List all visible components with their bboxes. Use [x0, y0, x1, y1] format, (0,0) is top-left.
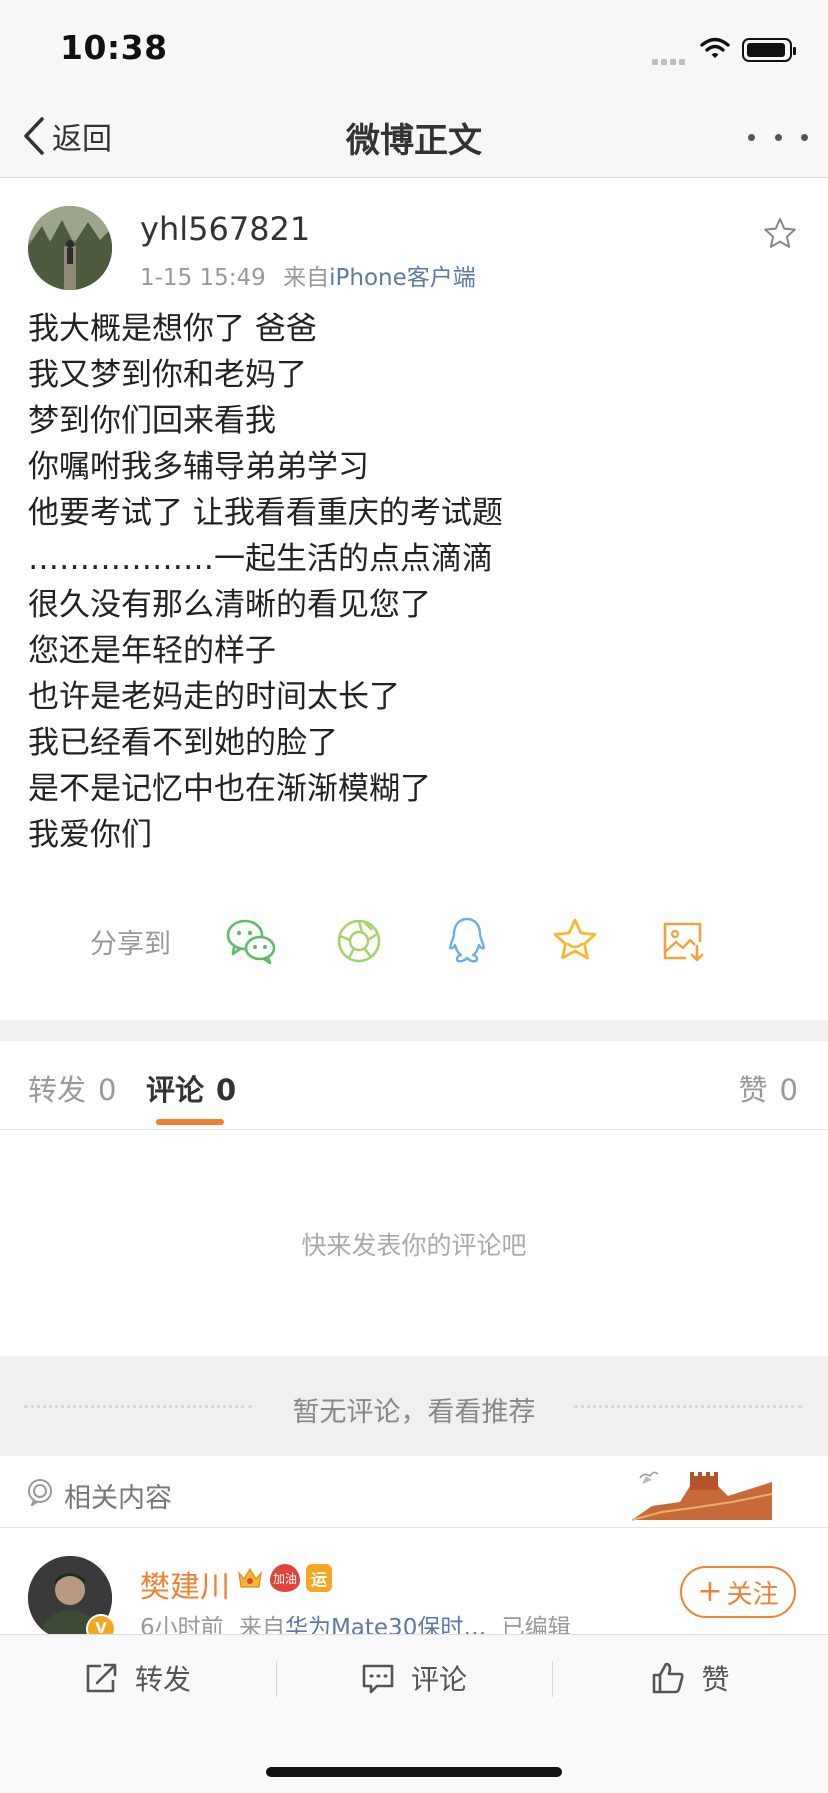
tab-comment-count: 0	[216, 1073, 237, 1107]
post-line: 我大概是想你了 爸爸	[28, 311, 317, 347]
great-wall-banner-image	[631, 1462, 773, 1526]
status-time: 10:38	[60, 28, 168, 67]
post-line: 我又梦到你和老妈了	[28, 357, 307, 393]
section-divider	[0, 1020, 828, 1041]
save-image-icon[interactable]	[656, 914, 710, 968]
like-label: 赞	[701, 1663, 730, 1696]
post-line: 也许是老妈走的时间太长了	[28, 679, 400, 715]
follow-button[interactable]: + 关注	[680, 1566, 796, 1618]
more-dot-icon	[748, 133, 755, 141]
favorite-icon[interactable]	[548, 914, 602, 968]
more-dot-icon	[801, 133, 808, 141]
yun-badge: 运	[306, 1564, 332, 1592]
thumbs-up-icon	[653, 1662, 685, 1694]
signal-icon	[652, 50, 688, 69]
post-timestamp: 1-15 15:49	[140, 265, 266, 291]
crown-badge-icon	[236, 1564, 264, 1592]
comment-label: 评论	[410, 1663, 467, 1696]
share-label: 分享到	[90, 929, 171, 960]
post-source-link[interactable]: iPhone客户端	[329, 265, 476, 291]
home-indicator	[266, 1767, 562, 1777]
wechat-icon[interactable]	[224, 914, 278, 968]
plus-icon: +	[697, 1574, 723, 1609]
related-content-icon	[26, 1478, 54, 1510]
author-avatar[interactable]	[28, 206, 112, 290]
repost-icon	[86, 1663, 117, 1693]
empty-comments-text: 快来发表你的评论吧	[301, 1231, 527, 1260]
status-bar: 10:38	[0, 0, 828, 95]
interaction-tabs: 转发 0 评论 0 赞0	[0, 1041, 828, 1130]
more-dot-icon	[774, 133, 782, 141]
tab-repost-label: 转发	[28, 1073, 87, 1107]
like-button[interactable]: 赞	[553, 1635, 828, 1721]
post-meta: 1-15 15:49 来自iPhone客户端	[140, 258, 476, 292]
post-line: 他要考试了 让我看看重庆的考试题	[28, 495, 503, 531]
follow-label: 关注	[726, 1579, 779, 1610]
source-prefix: 来自	[283, 265, 330, 291]
comment-icon	[362, 1664, 394, 1694]
recommend-text: 暂无评论，看看推荐	[292, 1397, 536, 1428]
post-line: 你嘱咐我多辅导弟弟学习	[28, 449, 369, 485]
comment-button[interactable]: 评论	[277, 1635, 551, 1721]
tab-like-count: 0	[779, 1073, 798, 1107]
more-options-button[interactable]	[748, 117, 808, 157]
divider-dots	[574, 1405, 802, 1408]
related-content-header[interactable]: 相关内容	[0, 1456, 828, 1528]
favorite-star-icon[interactable]	[762, 216, 798, 256]
related-content-label: 相关内容	[64, 1483, 172, 1514]
battery-icon	[742, 38, 796, 62]
bottom-toolbar: 转发 评论 赞	[0, 1634, 828, 1793]
cheer-heart-badge: 加油	[270, 1564, 300, 1592]
recommend-bar: 暂无评论，看看推荐	[0, 1356, 828, 1456]
tab-repost-count: 0	[98, 1073, 117, 1107]
tab-like[interactable]: 赞0	[739, 1067, 798, 1109]
rec-user-badges: 加油 运	[236, 1564, 332, 1592]
post-line: 您还是年轻的样子	[28, 633, 276, 669]
moments-icon[interactable]	[332, 914, 386, 968]
tab-like-label: 赞	[738, 1073, 768, 1107]
post-line: 我爱你们	[28, 817, 152, 853]
active-tab-indicator	[156, 1119, 224, 1125]
post-body: 我大概是想你了 爸爸 我又梦到你和老妈了 梦到你们回来看我 你嘱咐我多辅导弟弟学…	[28, 306, 798, 858]
wifi-icon	[700, 36, 730, 64]
post-line: 是不是记忆中也在渐渐模糊了	[28, 771, 431, 807]
repost-button[interactable]: 转发	[0, 1635, 276, 1721]
rec-user-name[interactable]: 樊建川	[140, 1562, 230, 1606]
tab-repost[interactable]: 转发 0	[28, 1067, 116, 1109]
post-line: 梦到你们回来看我	[28, 403, 276, 439]
tab-comment[interactable]: 评论 0	[146, 1067, 236, 1109]
post-line: 我已经看不到她的脸了	[28, 725, 338, 761]
author-name[interactable]: yhl567821	[140, 210, 310, 248]
qq-icon[interactable]	[440, 914, 494, 968]
tab-comment-label: 评论	[146, 1073, 205, 1107]
repost-label: 转发	[134, 1663, 191, 1696]
nav-bar: 返回 微博正文	[0, 95, 828, 178]
page-title: 微博正文	[346, 121, 482, 161]
post-line: ………………一起生活的点点滴滴	[28, 541, 493, 577]
post-line: 很久没有那么清晰的看见您了	[28, 587, 431, 623]
